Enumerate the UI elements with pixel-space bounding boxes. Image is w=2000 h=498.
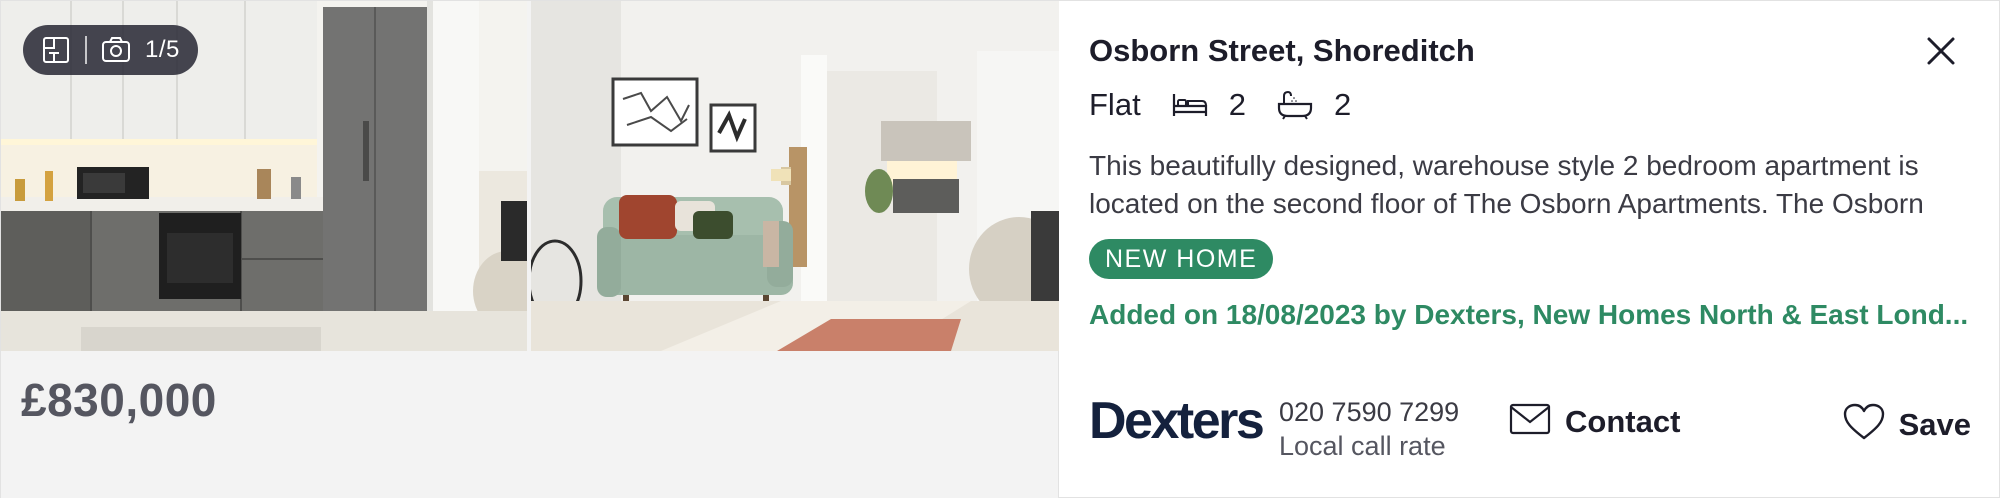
bedroom-count: 2 — [1228, 87, 1246, 122]
bath-icon — [1276, 90, 1314, 120]
heart-icon — [1843, 403, 1885, 446]
property-type: Flat — [1089, 87, 1141, 122]
call-rate-note: Local call rate — [1279, 431, 1446, 461]
close-icon[interactable] — [1921, 31, 1961, 71]
property-details-panel: Osborn Street, Shoreditch Flat 2 2 This … — [1059, 1, 2000, 498]
property-price: £830,000 — [21, 374, 217, 426]
camera-icon[interactable] — [101, 35, 131, 65]
envelope-icon — [1509, 403, 1551, 440]
bed-icon — [1171, 90, 1209, 120]
added-by-text: Added on 18/08/2023 by Dexters, New Home… — [1089, 299, 1969, 330]
new-home-badge: NEW HOME — [1089, 239, 1274, 279]
contact-label: Contact — [1565, 403, 1681, 439]
agent-phone-number[interactable]: 020 7590 7299 — [1279, 397, 1459, 428]
property-description[interactable]: This beautifully designed, warehouse sty… — [1089, 147, 1969, 223]
property-address[interactable]: Osborn Street, Shoreditch — [1089, 33, 1475, 69]
property-media-panel: 1/5 £830,000 — [1, 1, 1059, 498]
property-photo-living-room[interactable] — [531, 1, 1059, 351]
agent-logo[interactable]: Dexters — [1089, 391, 1265, 451]
bathroom-count: 2 — [1333, 87, 1352, 122]
contact-button[interactable]: Contact — [1509, 403, 1680, 440]
description-line: This beautifully designed, warehouse sty… — [1089, 150, 1919, 181]
save-label: Save — [1898, 406, 1971, 442]
media-counter-pill[interactable]: 1/5 — [23, 25, 198, 75]
pill-divider — [85, 36, 87, 64]
description-line: located on the second floor of The Osbor… — [1089, 188, 1924, 219]
photo-gallery[interactable]: 1/5 — [1, 1, 1059, 351]
floorplan-icon[interactable] — [41, 35, 71, 65]
property-features: Flat 2 2 — [1089, 85, 1381, 125]
property-card[interactable]: 1/5 £830,000 Osborn Street, Shoreditch F… — [0, 0, 2000, 498]
save-button[interactable]: Save — [1843, 403, 1971, 446]
photo-counter: 1/5 — [145, 36, 180, 63]
